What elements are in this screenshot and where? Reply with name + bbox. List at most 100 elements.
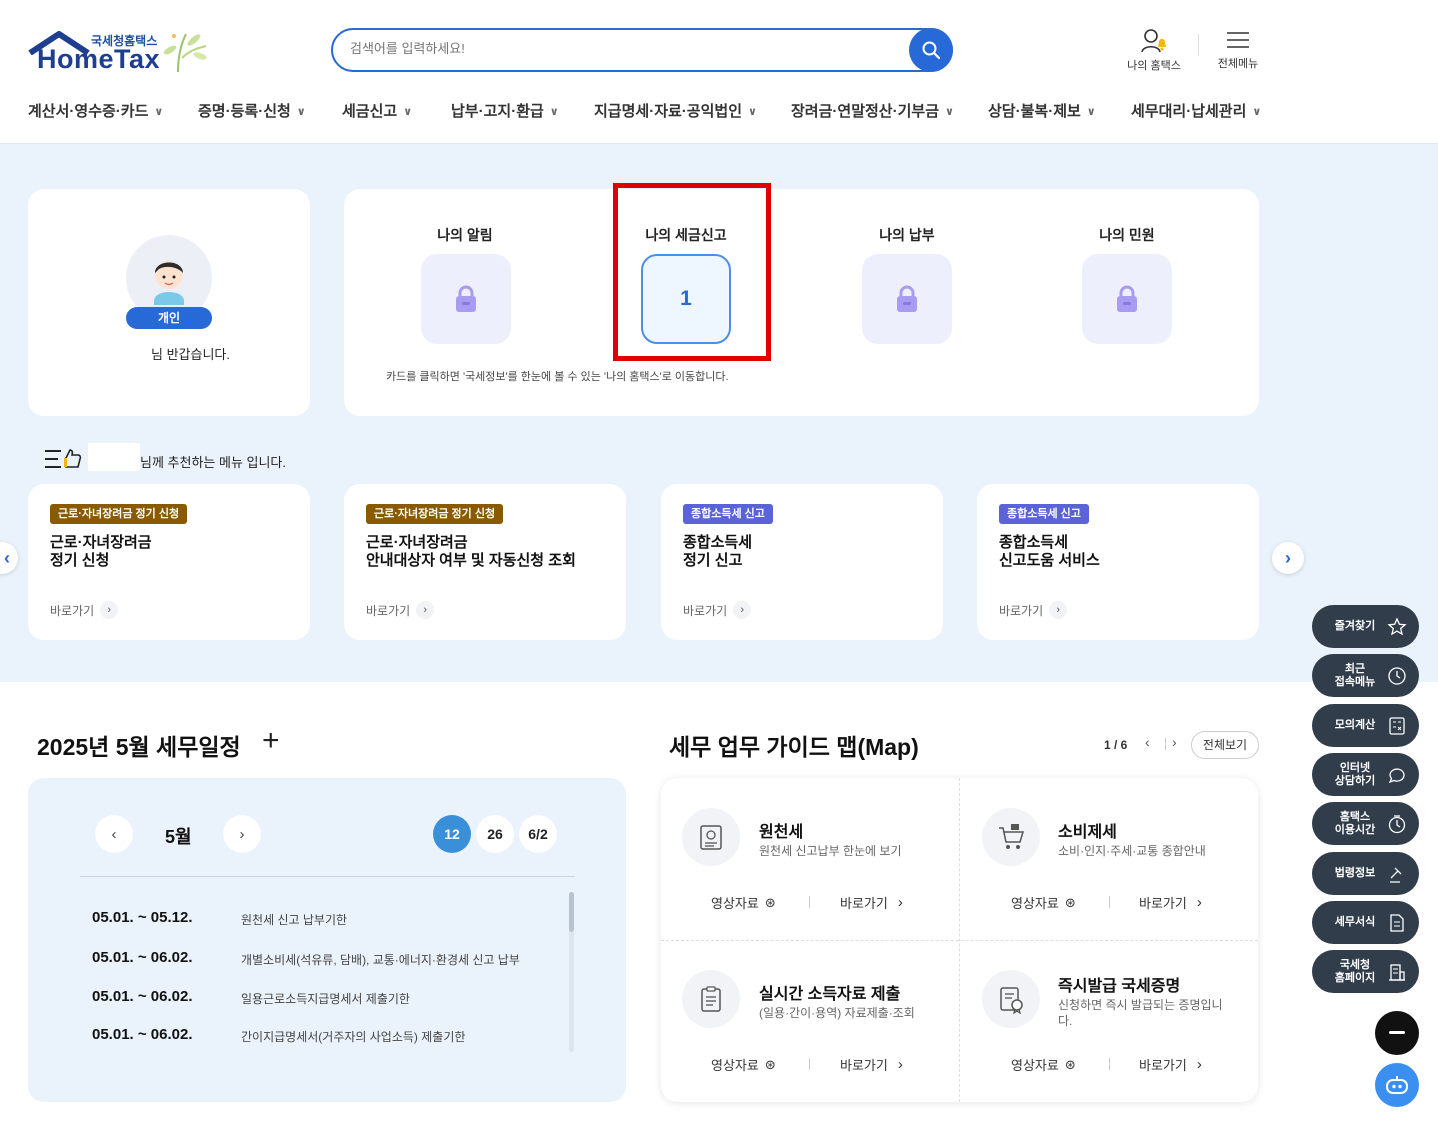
- go-label: 바로가기: [1139, 1058, 1187, 1073]
- welcome-text: 님 반갑습니다.: [151, 347, 230, 362]
- recommend-card-1[interactable]: 근로·자녀장려금 정기 신청 근로·자녀장려금 정기 신청 바로가기 ›: [28, 484, 310, 640]
- guide-desc: 신청하면 즉시 발급되는 증명입니다.: [1058, 998, 1223, 1028]
- guide-title[interactable]: 실시간 소득자료 제출: [759, 980, 900, 1004]
- schedule-title: 2025년 5월 세무일정: [37, 734, 241, 760]
- quick-nts-homepage-button[interactable]: 국세청 홈페이지: [1312, 950, 1419, 993]
- chevron-right-icon: ›: [733, 601, 752, 619]
- action-divider: [809, 1058, 810, 1070]
- schedule-desc[interactable]: 개별소비세(석유류, 담배), 교통·에너지·환경세 신고 납부: [241, 951, 520, 968]
- collapse-quick-menu-button[interactable]: [1375, 1011, 1419, 1055]
- quick-recent-button[interactable]: 최근 접속메뉴: [1312, 654, 1419, 697]
- go-link[interactable]: 바로가기 ›: [840, 1055, 903, 1074]
- video-label: 영상자료: [1011, 896, 1059, 911]
- guide-title[interactable]: 즉시발급 국세증명: [1058, 972, 1180, 996]
- recommend-title-line2: 정기 신고: [683, 552, 743, 569]
- search-bar[interactable]: [331, 28, 953, 72]
- star-icon: [1387, 616, 1407, 635]
- search-button[interactable]: [909, 28, 953, 72]
- go-link[interactable]: 바로가기 ›: [1139, 1055, 1202, 1074]
- nav-item-payment[interactable]: 납부·고지·환급 ∨: [451, 100, 559, 121]
- recommend-title-line1: 종합소득세: [683, 534, 753, 551]
- my-civil-card[interactable]: [1082, 254, 1172, 344]
- day-chip[interactable]: 26: [476, 815, 514, 853]
- view-all-button[interactable]: 전체보기: [1191, 731, 1259, 759]
- recommend-card-2[interactable]: 근로·자녀장려금 정기 신청 근로·자녀장려금 안내대상자 여부 및 자동신청 조…: [344, 484, 626, 640]
- nav-item-agent[interactable]: 세무대리·납세관리 ∨: [1131, 100, 1261, 121]
- recommend-card-4[interactable]: 종합소득세 신고 종합소득세 신고도움 서비스 바로가기 ›: [977, 484, 1259, 640]
- schedule-date: 05.01. ~ 05.12.: [92, 909, 193, 926]
- recommend-go-link[interactable]: 바로가기 ›: [999, 601, 1068, 619]
- video-link[interactable]: 영상자료 ⊛: [711, 1055, 776, 1074]
- quick-calculator-button[interactable]: 모의계산: [1312, 704, 1419, 747]
- go-link[interactable]: 바로가기 ›: [1139, 893, 1202, 912]
- carousel-next-button[interactable]: ›: [1272, 542, 1304, 574]
- quick-law-button[interactable]: 법령정보: [1312, 852, 1419, 895]
- video-link[interactable]: 영상자료 ⊛: [1011, 893, 1076, 912]
- quick-chat-button[interactable]: 인터넷 상담하기: [1312, 753, 1419, 796]
- guide-next-button[interactable]: ›: [1172, 734, 1177, 750]
- schedule-desc[interactable]: 일용근로소득지급명세서 제출기한: [241, 990, 410, 1007]
- schedule-desc[interactable]: 간이지급명세서(거주자의 사업소득) 제출기한: [241, 1028, 465, 1045]
- play-icon: ⊛: [1064, 894, 1076, 910]
- chatbot-button[interactable]: [1375, 1063, 1419, 1107]
- logo-text[interactable]: HomeTax: [37, 44, 160, 75]
- chevron-down-icon: ∨: [1252, 106, 1262, 118]
- video-link[interactable]: 영상자료 ⊛: [711, 893, 776, 912]
- my-payment-title: 나의 납부: [879, 227, 935, 243]
- chevron-left-icon: ‹: [1145, 734, 1150, 750]
- my-hometax-button[interactable]: 나의 홈택스: [1124, 28, 1184, 73]
- guide-desc: (일용·간이·용역) 자료제출·조회: [759, 1006, 915, 1020]
- quick-hours-button[interactable]: 홈택스 이용시간: [1312, 802, 1419, 845]
- nav-item-invoice[interactable]: 계산서·영수증·카드 ∨: [28, 100, 163, 121]
- action-divider: [809, 896, 810, 908]
- schedule-desc[interactable]: 원천세 신고 납부기한: [241, 911, 347, 928]
- go-link[interactable]: 바로가기 ›: [840, 893, 903, 912]
- search-input[interactable]: [350, 41, 890, 56]
- form-icon: [1390, 913, 1404, 932]
- recommend-go-link[interactable]: 바로가기 ›: [366, 601, 435, 619]
- schedule-scroll-thumb[interactable]: [569, 892, 574, 932]
- nav-item-statements[interactable]: 지급명세·자료·공익법인 ∨: [594, 100, 757, 121]
- video-link[interactable]: 영상자료 ⊛: [1011, 1055, 1076, 1074]
- recommend-go-link[interactable]: 바로가기 ›: [50, 601, 119, 619]
- day-chip-active[interactable]: 12: [433, 815, 471, 853]
- quick-favorites-button[interactable]: 즐겨찾기: [1312, 605, 1419, 648]
- recommend-title: 근로·자녀장려금 정기 신청: [50, 534, 300, 570]
- util-divider: [1198, 34, 1199, 56]
- all-menu-label: 전체메뉴: [1217, 58, 1259, 70]
- recommend-title-line2: 정기 신청: [50, 552, 110, 569]
- day-chip[interactable]: 6/2: [519, 815, 557, 853]
- chevron-down-icon: ∨: [1086, 106, 1096, 118]
- my-notification-card[interactable]: [421, 254, 511, 344]
- schedule-divider: [80, 876, 575, 877]
- all-menu-button[interactable]: 전체메뉴: [1208, 28, 1268, 71]
- month-next-button[interactable]: ›: [223, 815, 261, 853]
- quick-forms-button[interactable]: 세무서식: [1312, 901, 1419, 944]
- my-payment-card[interactable]: [862, 254, 952, 344]
- lock-icon: [1117, 285, 1137, 312]
- recommend-tag: 근로·자녀장려금 정기 신청: [50, 504, 188, 524]
- nav-label: 상담·불복·제보: [988, 103, 1081, 120]
- nav-label: 증명·등록·신청: [198, 103, 291, 120]
- month-prev-button[interactable]: ‹: [95, 815, 133, 853]
- chevron-down-icon: ∨: [945, 106, 954, 118]
- recommend-card-3[interactable]: 종합소득세 신고 종합소득세 정기 신고 바로가기 ›: [661, 484, 943, 640]
- current-month: 5월: [165, 827, 192, 847]
- action-divider: [1109, 1058, 1110, 1070]
- guide-title[interactable]: 원천세: [759, 818, 803, 842]
- recommend-title-line1: 근로·자녀장려금: [50, 534, 152, 551]
- guide-title[interactable]: 소비제세: [1058, 818, 1117, 842]
- nav-item-consulting[interactable]: 상담·불복·제보 ∨: [988, 100, 1096, 121]
- nav-item-tax-report[interactable]: 세금신고 ∨: [342, 100, 412, 121]
- guide-prev-button[interactable]: ‹: [1145, 734, 1150, 750]
- nav-item-certificate[interactable]: 증명·등록·신청 ∨: [198, 100, 306, 121]
- guide-desc: 소비·인지·주세·교통 종합안내: [1058, 844, 1206, 858]
- recommend-go-link[interactable]: 바로가기 ›: [683, 601, 752, 619]
- schedule-more-plus-icon[interactable]: +: [262, 726, 280, 756]
- guide-divider-horizontal: [661, 940, 1258, 941]
- recommend-title-line1: 근로·자녀장려금: [366, 534, 468, 551]
- quick-label: 모의계산: [1334, 719, 1376, 731]
- nav-item-incentives[interactable]: 장려금·연말정산·기부금 ∨: [791, 100, 954, 121]
- cart-icon: [982, 808, 1040, 866]
- action-divider: [1109, 896, 1110, 908]
